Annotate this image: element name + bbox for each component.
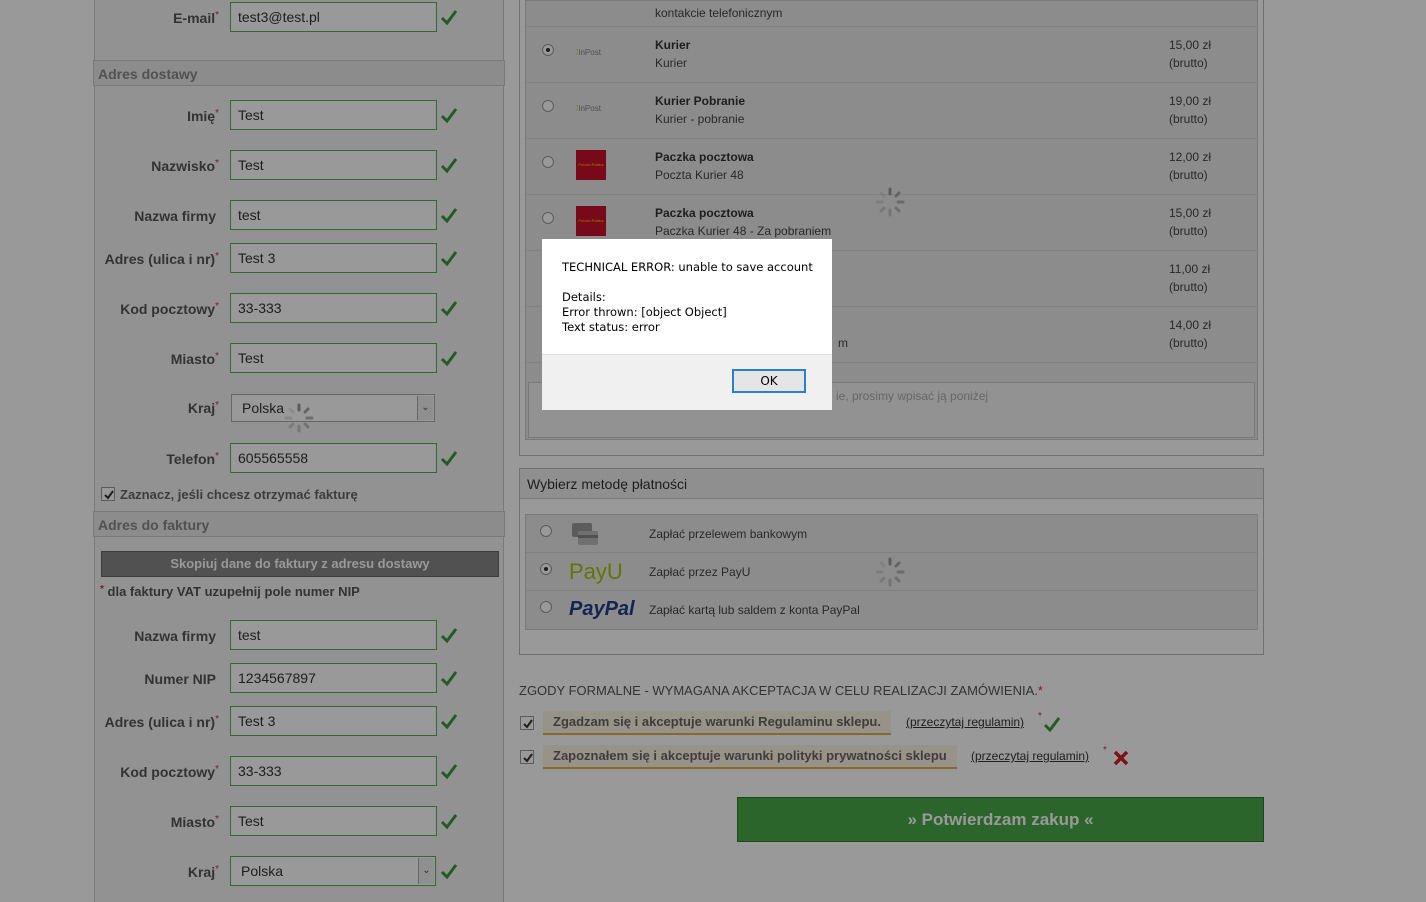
error-dialog-footer: OK (542, 354, 832, 410)
error-title: TECHNICAL ERROR: unable to save account (562, 260, 813, 274)
error-dialog-message: TECHNICAL ERROR: unable to save account … (562, 260, 813, 335)
error-dialog: TECHNICAL ERROR: unable to save account … (542, 239, 832, 410)
error-status-text: Text status: error (562, 320, 660, 334)
error-details-label: Details: (562, 290, 606, 304)
error-thrown-text: Error thrown: [object Object] (562, 305, 727, 319)
ok-button[interactable]: OK (732, 369, 806, 393)
modal-overlay (0, 0, 1426, 902)
